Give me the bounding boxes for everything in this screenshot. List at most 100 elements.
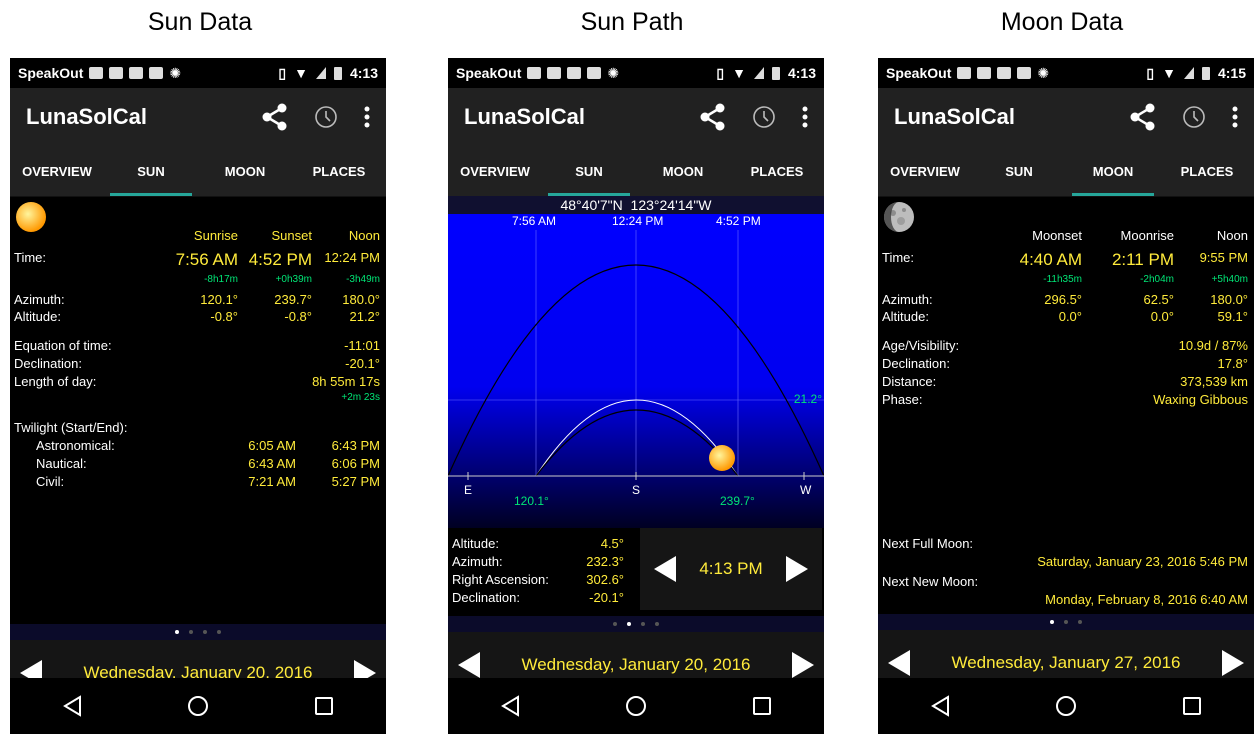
- previous-date-button[interactable]: [458, 652, 480, 678]
- wifi-icon: ▼: [1162, 65, 1176, 81]
- clock-icon[interactable]: [314, 105, 338, 129]
- date-display[interactable]: Wednesday, January 27, 2016: [951, 653, 1180, 673]
- info-azimuth-value: 232.3°: [586, 554, 624, 569]
- label-declination: Declination:: [14, 356, 82, 371]
- tab-overview[interactable]: OVERVIEW: [878, 146, 972, 196]
- home-icon[interactable]: [1055, 695, 1077, 717]
- tab-places[interactable]: PLACES: [292, 146, 386, 196]
- label-altitude: Altitude:: [14, 309, 61, 324]
- sunset-azimuth-label: 239.7°: [720, 494, 755, 508]
- previous-date-button[interactable]: [888, 650, 910, 676]
- share-icon[interactable]: [700, 103, 726, 131]
- tab-sun[interactable]: SUN: [972, 146, 1066, 196]
- tab-overview[interactable]: OVERVIEW: [448, 146, 542, 196]
- overflow-menu-icon[interactable]: [1232, 106, 1238, 128]
- next-full-moon: Saturday, January 23, 2016 5:46 PM: [1037, 554, 1248, 569]
- tab-overview[interactable]: OVERVIEW: [10, 146, 104, 196]
- clock-icon[interactable]: [752, 105, 776, 129]
- twilight-civil-end: 5:27 PM: [331, 474, 380, 489]
- page-dot: [655, 622, 659, 626]
- sun-path-content: 48°40'7"N 123°24'14"W 7:56 AM 12:24 PM 4…: [448, 196, 824, 734]
- tab-moon[interactable]: MOON: [636, 146, 730, 196]
- label-azimuth: Azimuth:: [882, 292, 933, 307]
- message-icon: [109, 67, 124, 79]
- notification-icon: [89, 67, 104, 79]
- sunset-azimuth: 239.7°: [274, 292, 312, 307]
- caption-sun-data: Sun Data: [147, 8, 253, 36]
- page-dot: [217, 630, 221, 634]
- vibrate-icon: ▯: [278, 64, 287, 81]
- tab-places[interactable]: PLACES: [1160, 146, 1254, 196]
- info-altitude-value: 4.5°: [600, 536, 624, 551]
- image-icon: [1017, 67, 1032, 79]
- moon-data-content: Moonset Moonrise Noon Time: 4:40 AM 2:11…: [878, 196, 1254, 734]
- recents-icon[interactable]: [1182, 696, 1202, 716]
- caption-sun-path: Sun Path: [580, 8, 684, 36]
- header-sunset: Sunset: [271, 228, 312, 243]
- sunset-delta: +0h39m: [275, 274, 312, 285]
- status-app-name: SpeakOut: [456, 65, 522, 81]
- sunrise-time: 7:56 AM: [175, 250, 238, 269]
- status-app-name: SpeakOut: [18, 65, 84, 81]
- label-next-new-moon: Next New Moon:: [882, 574, 979, 589]
- moonset-time: 4:40 AM: [1019, 250, 1082, 269]
- label-next-full-moon: Next Full Moon:: [882, 536, 974, 551]
- sunrise-delta: -8h17m: [204, 274, 238, 285]
- back-icon[interactable]: [62, 695, 82, 717]
- moon-noon-delta: +5h40m: [1211, 274, 1248, 285]
- wifi-icon: ▼: [294, 65, 308, 81]
- tab-sun[interactable]: SUN: [104, 146, 198, 196]
- share-icon[interactable]: [262, 103, 288, 131]
- notification-icon: [527, 67, 542, 79]
- home-icon[interactable]: [187, 695, 209, 717]
- header-moon-noon: Noon: [1216, 228, 1248, 243]
- clock-icon[interactable]: [1182, 105, 1206, 129]
- recents-icon[interactable]: [752, 696, 772, 716]
- tab-sun[interactable]: SUN: [542, 146, 636, 196]
- compass-w: W: [800, 483, 812, 497]
- battery-icon: [771, 66, 780, 80]
- tab-moon[interactable]: MOON: [1066, 146, 1160, 196]
- moonrise-azimuth: 62.5°: [1143, 292, 1174, 307]
- length-of-day: 8h 55m 17s: [312, 374, 380, 389]
- overflow-menu-icon[interactable]: [802, 106, 808, 128]
- next-date-button[interactable]: [1222, 650, 1244, 676]
- home-icon[interactable]: [625, 695, 647, 717]
- declination: -20.1°: [345, 356, 380, 371]
- tab-bar: OVERVIEW SUN MOON PLACES: [10, 146, 386, 197]
- page-dot: [203, 630, 207, 634]
- moon-phase: Waxing Gibbous: [1153, 392, 1248, 407]
- tab-bar: OVERVIEW SUN MOON PLACES: [448, 146, 824, 197]
- sun-position-icon: [709, 445, 735, 471]
- overflow-menu-icon[interactable]: [364, 106, 370, 128]
- equation-of-time: -11:01: [344, 338, 380, 353]
- moonset-azimuth: 296.5°: [1044, 292, 1082, 307]
- back-icon[interactable]: [500, 695, 520, 717]
- signal-icon: [753, 67, 764, 79]
- tab-bar: OVERVIEW SUN MOON PLACES: [878, 146, 1254, 197]
- status-bar: SpeakOut ✺ ▯ ▼ 4:13: [448, 58, 824, 88]
- tab-places[interactable]: PLACES: [730, 146, 824, 196]
- noon-delta: -3h49m: [346, 274, 380, 285]
- tab-moon[interactable]: MOON: [198, 146, 292, 196]
- mail-icon: [129, 67, 144, 79]
- current-time[interactable]: 4:13 PM: [699, 559, 762, 579]
- previous-time-button[interactable]: [654, 556, 676, 582]
- date-display[interactable]: Wednesday, January 20, 2016: [521, 655, 750, 675]
- recents-icon[interactable]: [314, 696, 334, 716]
- share-icon[interactable]: [1130, 103, 1156, 131]
- noon-time: 12:24 PM: [324, 250, 380, 265]
- moonset-delta: -11h35m: [1043, 274, 1082, 285]
- next-time-button[interactable]: [786, 556, 808, 582]
- next-date-button[interactable]: [792, 652, 814, 678]
- sun-status-icon: ✺: [607, 64, 620, 81]
- sunset-altitude: -0.8°: [284, 309, 312, 324]
- label-azimuth: Azimuth:: [14, 292, 65, 307]
- info-declination-value: -20.1°: [589, 590, 624, 605]
- moonset-altitude: 0.0°: [1058, 309, 1082, 324]
- twilight-civil-start: 7:21 AM: [248, 474, 296, 489]
- info-ra-value: 302.6°: [586, 572, 624, 587]
- twilight-nautical-start: 6:43 AM: [248, 456, 296, 471]
- noon-altitude: 21.2°: [349, 309, 380, 324]
- back-icon[interactable]: [930, 695, 950, 717]
